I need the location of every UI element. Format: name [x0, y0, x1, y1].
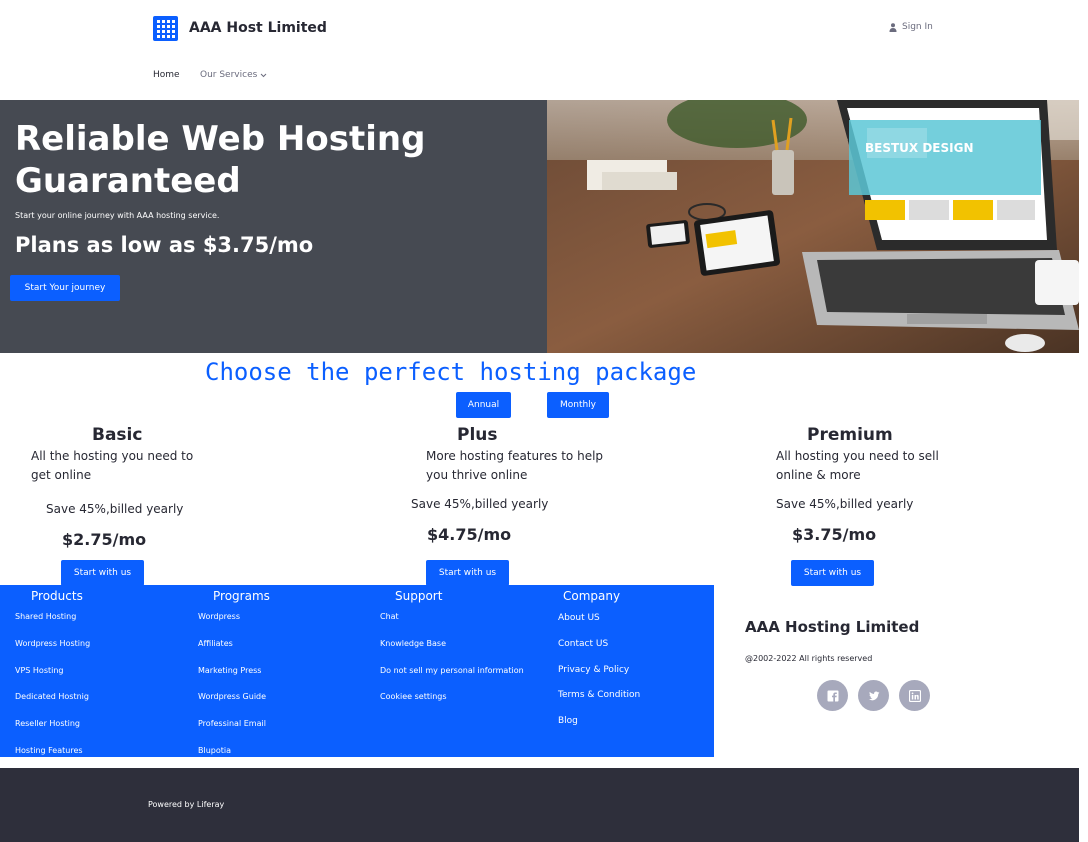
chevron-down-icon	[260, 73, 267, 77]
footer-link[interactable]: Contact US	[558, 639, 608, 649]
footer-link[interactable]: Wordpress Guide	[198, 692, 266, 701]
footer-link[interactable]: Cookiee settings	[380, 692, 447, 701]
footer-col-title-products: Products	[31, 589, 83, 603]
plan-price-premium: $3.75/mo	[792, 525, 877, 544]
footer-link[interactable]: Wordpress Hosting	[15, 639, 90, 648]
footer-link[interactable]: Chat	[380, 612, 399, 621]
plan-price-basic: $2.75/mo	[62, 530, 147, 549]
facebook-link[interactable]	[817, 680, 848, 711]
nav-home[interactable]: Home	[153, 70, 180, 80]
plan-desc-basic: All the hosting you need to get online	[31, 449, 194, 482]
footer-link[interactable]: VPS Hosting	[15, 666, 64, 675]
hero-title: Reliable Web Hosting Guaranteed	[15, 119, 426, 201]
footer-link[interactable]: Marketing Press	[198, 666, 261, 675]
start-journey-button[interactable]: Start Your journey	[10, 275, 120, 301]
sign-in-link[interactable]: Sign In	[889, 22, 933, 32]
footer-col-title-programs: Programs	[213, 589, 270, 603]
footer-link[interactable]: Shared Hosting	[15, 612, 76, 621]
footer-company-name: AAA Hosting Limited	[745, 618, 920, 636]
linkedin-icon	[908, 689, 921, 702]
plan-price-plus: $4.75/mo	[427, 525, 512, 544]
copyright-text: @2002-2022 All rights reserved	[745, 654, 873, 663]
site-logo[interactable]	[153, 16, 178, 41]
footer-link[interactable]: Professinal Email	[198, 719, 266, 728]
brand-name[interactable]: AAA Host Limited	[189, 20, 327, 36]
footer-link[interactable]: Knowledge Base	[380, 639, 446, 648]
start-with-us-button-plus[interactable]: Start with us	[426, 560, 509, 586]
powered-by-text: Powered by Liferay	[148, 800, 225, 809]
facebook-icon	[827, 690, 838, 702]
nav-our-services-label: Our Services	[200, 70, 258, 80]
footer-link[interactable]: Hosting Features	[15, 746, 83, 755]
linkedin-link[interactable]	[899, 680, 930, 711]
footer-link[interactable]: Reseller Hosting	[15, 719, 80, 728]
footer-col-title-company: Company	[563, 589, 621, 603]
plan-name-plus: Plus	[457, 425, 498, 445]
sign-in-label: Sign In	[902, 22, 933, 32]
hero-subtitle: Start your online journey with AAA hosti…	[15, 211, 220, 220]
start-with-us-button-basic[interactable]: Start with us	[61, 560, 144, 586]
plan-name-basic: Basic	[92, 425, 143, 445]
footer-link[interactable]: Blog	[558, 716, 578, 726]
plan-save-basic: Save 45%,billed yearly	[46, 502, 184, 516]
nav-our-services[interactable]: Our Services	[200, 70, 267, 80]
footer-link[interactable]: Affiliates	[198, 639, 233, 648]
plan-desc-plus: More hosting features to help you thrive…	[426, 449, 604, 482]
plan-desc-premium: All hosting you need to sell online & mo…	[776, 449, 939, 482]
packages-title: Choose the perfect hosting package	[205, 358, 697, 386]
plan-save-plus: Save 45%,billed yearly	[411, 497, 549, 511]
footer-link[interactable]: Dedicated Hostnig	[15, 692, 89, 701]
plan-save-premium: Save 45%,billed yearly	[776, 497, 914, 511]
footer-col-title-support: Support	[395, 589, 443, 603]
twitter-icon	[868, 691, 879, 700]
footer-link[interactable]: Blupotia	[198, 746, 231, 755]
annual-toggle-button[interactable]: Annual	[456, 392, 511, 418]
footer-link[interactable]: Privacy & Policy	[558, 665, 629, 675]
image-caption: BESTUX DESIGN	[865, 141, 974, 155]
hero-laptop-image: BESTUX DESIGN	[547, 100, 1079, 353]
hero-price-line: Plans as low as $3.75/mo	[15, 233, 314, 257]
footer-link[interactable]: Wordpress	[198, 612, 240, 621]
start-with-us-button-premium[interactable]: Start with us	[791, 560, 874, 586]
plan-name-premium: Premium	[807, 425, 893, 445]
monthly-toggle-button[interactable]: Monthly	[547, 392, 609, 418]
footer-link[interactable]: About US	[558, 613, 600, 623]
footer-link[interactable]: Terms & Condition	[558, 690, 640, 700]
user-icon	[889, 22, 897, 32]
twitter-link[interactable]	[858, 680, 889, 711]
footer-link[interactable]: Do not sell my personal information	[380, 666, 524, 675]
